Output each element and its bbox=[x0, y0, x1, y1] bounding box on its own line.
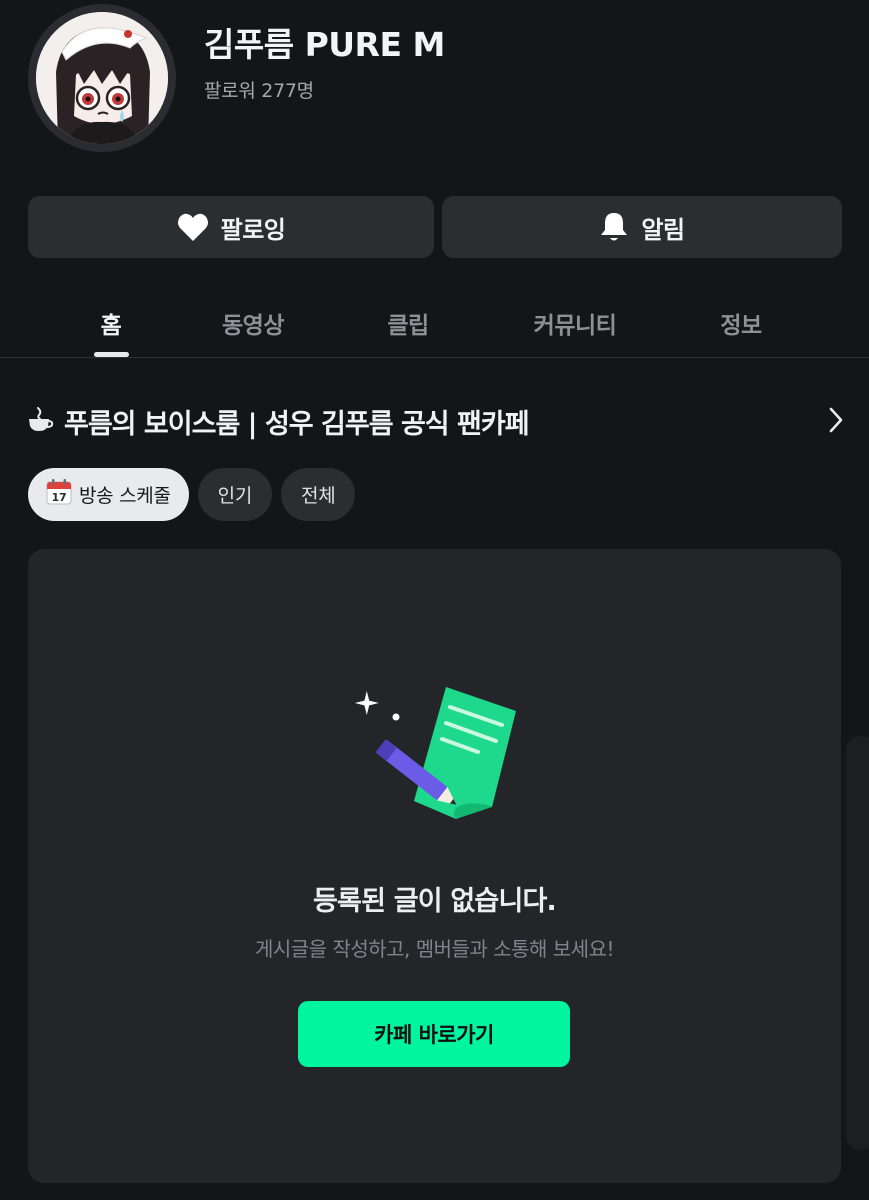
empty-state-card: 등록된 글이 없습니다. 게시글을 작성하고, 멤버들과 소통해 보세요! 카페… bbox=[28, 549, 841, 1183]
avatar[interactable] bbox=[28, 4, 176, 152]
empty-state-title: 등록된 글이 없습니다. bbox=[312, 886, 557, 917]
chip-popular[interactable]: 인기 bbox=[197, 468, 273, 521]
cafe-link[interactable]: 푸름의 보이스룸 | 성우 김푸름 공식 팬카페 bbox=[28, 396, 844, 446]
adjacent-card-edge bbox=[846, 736, 869, 1150]
notification-button[interactable]: 알림 bbox=[442, 196, 842, 258]
channel-tabs: 홈 동영상 클립 커뮤니티 정보 bbox=[0, 290, 869, 358]
channel-name: 김푸름 PURE M bbox=[204, 25, 445, 64]
cafe-filter-chips: 17 방송 스케줄 인기 전체 bbox=[28, 468, 356, 521]
chip-broadcast-schedule[interactable]: 17 방송 스케줄 bbox=[28, 468, 189, 521]
active-tab-indicator bbox=[94, 352, 129, 357]
chip-all[interactable]: 전체 bbox=[281, 468, 356, 521]
cafe-cup-icon bbox=[28, 406, 54, 436]
following-label: 팔로잉 bbox=[220, 215, 286, 244]
empty-posts-illustration bbox=[346, 683, 546, 827]
cafe-title: 푸름의 보이스룸 | 성우 김푸름 공식 팬카페 bbox=[64, 408, 530, 440]
tab-clips[interactable]: 클립 bbox=[387, 306, 429, 340]
chevron-right-icon bbox=[828, 406, 844, 438]
tab-info[interactable]: 정보 bbox=[720, 306, 762, 340]
empty-state-description: 게시글을 작성하고, 멤버들과 소통해 보세요! bbox=[254, 937, 615, 961]
tab-community[interactable]: 커뮤니티 bbox=[534, 306, 617, 340]
following-button[interactable]: 팔로잉 bbox=[28, 196, 434, 258]
go-to-cafe-button[interactable]: 카페 바로가기 bbox=[298, 1001, 570, 1067]
chip-label: 방송 스케줄 bbox=[79, 485, 171, 507]
calendar-icon: 17 bbox=[46, 479, 72, 510]
calendar-day: 17 bbox=[52, 491, 67, 504]
avatar-image bbox=[36, 12, 168, 144]
follower-count: 팔로워 277명 bbox=[204, 80, 314, 102]
tab-videos[interactable]: 동영상 bbox=[222, 306, 284, 340]
heart-icon bbox=[177, 212, 209, 242]
tab-home[interactable]: 홈 bbox=[101, 306, 122, 340]
notification-label: 알림 bbox=[641, 215, 685, 244]
bell-icon bbox=[599, 211, 629, 243]
